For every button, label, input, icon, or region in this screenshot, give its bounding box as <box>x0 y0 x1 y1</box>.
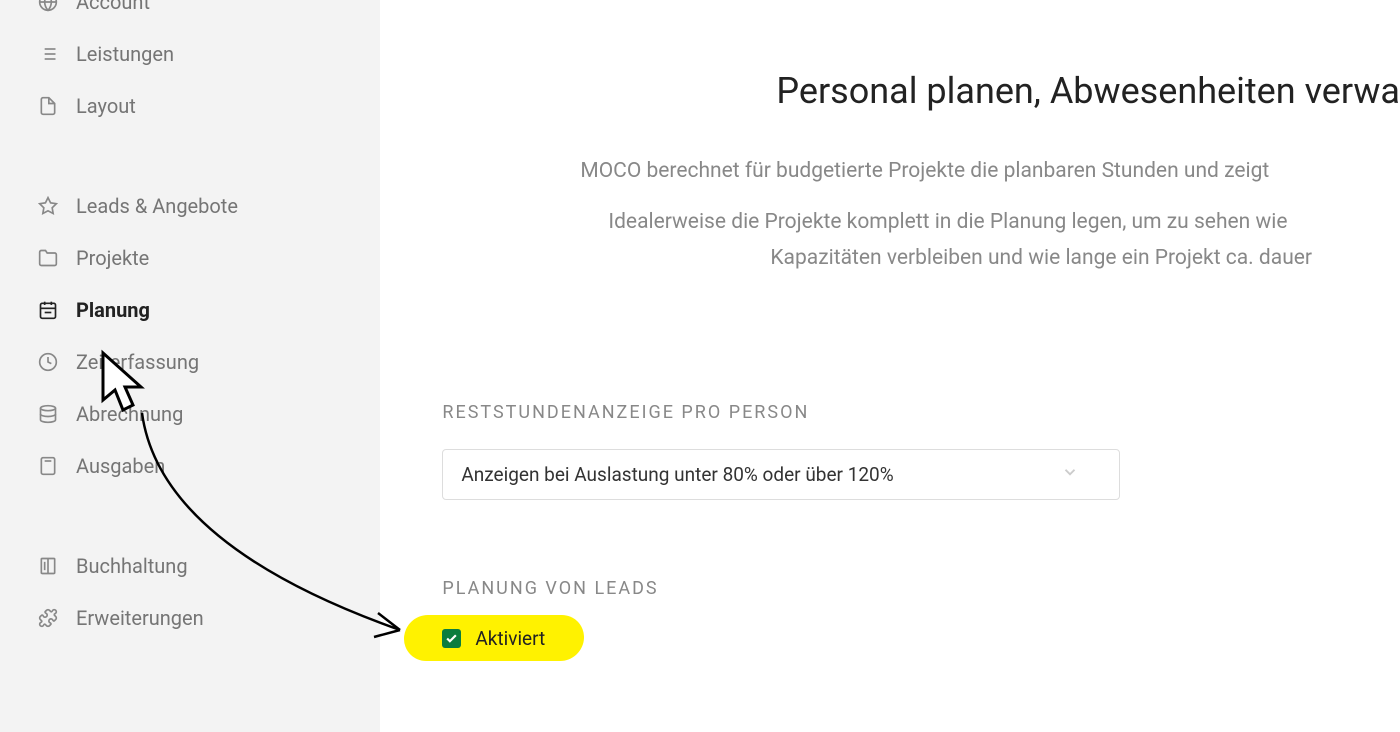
lead-paragraph-2: Idealerweise die Projekte komplett in di… <box>608 205 1400 240</box>
sidebar-item-label: Projekte <box>76 246 149 270</box>
sidebar-item-planung[interactable]: Planung <box>0 284 380 336</box>
database-icon <box>38 404 58 424</box>
sidebar-item-ausgaben[interactable]: Ausgaben <box>0 440 380 492</box>
sidebar-item-label: Buchhaltung <box>76 554 188 578</box>
sidebar-item-buchhaltung[interactable]: Buchhaltung <box>0 540 380 592</box>
folder-icon <box>38 248 58 268</box>
checkbox-label: Aktiviert <box>475 627 545 650</box>
lead-paragraph-3: Kapazitäten verbleiben und wie lange ein… <box>770 241 1400 276</box>
lead-paragraph-1: MOCO berechnet für budgetierte Projekte … <box>580 154 1400 189</box>
sidebar-item-projekte[interactable]: Projekte <box>0 232 380 284</box>
page-title: Personal planen, Abwesenheiten verwa <box>776 70 1400 112</box>
sidebar-item-leads[interactable]: Leads & Angebote <box>0 180 380 232</box>
sidebar-item-label: Planung <box>76 298 150 322</box>
sidebar-item-abrechnung[interactable]: Abrechnung <box>0 388 380 440</box>
aktiviert-checkbox[interactable] <box>442 629 461 648</box>
calendar-icon <box>38 300 58 320</box>
book-icon <box>38 556 58 576</box>
sidebar-item-leistungen[interactable]: Leistungen <box>0 28 380 80</box>
puzzle-icon <box>38 608 58 628</box>
sidebar-item-label: Leads & Angebote <box>76 194 238 218</box>
calculator-icon <box>38 456 58 476</box>
clock-icon <box>38 352 58 372</box>
sidebar-item-erweiterungen[interactable]: Erweiterungen <box>0 592 380 644</box>
select-value: Anzeigen bei Auslastung unter 80% oder ü… <box>461 463 893 486</box>
file-icon <box>38 96 58 116</box>
sidebar-item-label: Account <box>76 0 150 14</box>
list-icon <box>38 44 58 64</box>
section-label-leads: Planung von Leads <box>442 578 1400 599</box>
chevron-down-icon <box>1061 463 1079 486</box>
reststunden-select[interactable]: Anzeigen bei Auslastung unter 80% oder ü… <box>442 449 1120 500</box>
sidebar-item-label: Erweiterungen <box>76 606 204 630</box>
sidebar-item-label: Abrechnung <box>76 402 183 426</box>
sidebar-item-account[interactable]: Account <box>0 0 380 28</box>
leads-checkbox-row: Aktiviert <box>442 627 1400 650</box>
sidebar-item-label: Ausgaben <box>76 454 165 478</box>
reststunden-select-wrap: Anzeigen bei Auslastung unter 80% oder ü… <box>442 449 1120 500</box>
star-icon <box>38 196 58 216</box>
sidebar-item-label: Leistungen <box>76 42 174 66</box>
main-content: Personal planen, Abwesenheiten verwa MOC… <box>380 0 1400 732</box>
sidebar-item-label: Layout <box>76 94 136 118</box>
section-label-reststunden: Reststundenanzeige pro Person <box>442 402 1400 423</box>
sidebar: Account Leistungen Layout Leads & Angebo… <box>0 0 380 732</box>
globe-icon <box>38 0 58 12</box>
sidebar-item-layout[interactable]: Layout <box>0 80 380 132</box>
sidebar-item-zeiterfassung[interactable]: Zeiterfassung <box>0 336 380 388</box>
sidebar-item-label: Zeiterfassung <box>76 350 199 374</box>
